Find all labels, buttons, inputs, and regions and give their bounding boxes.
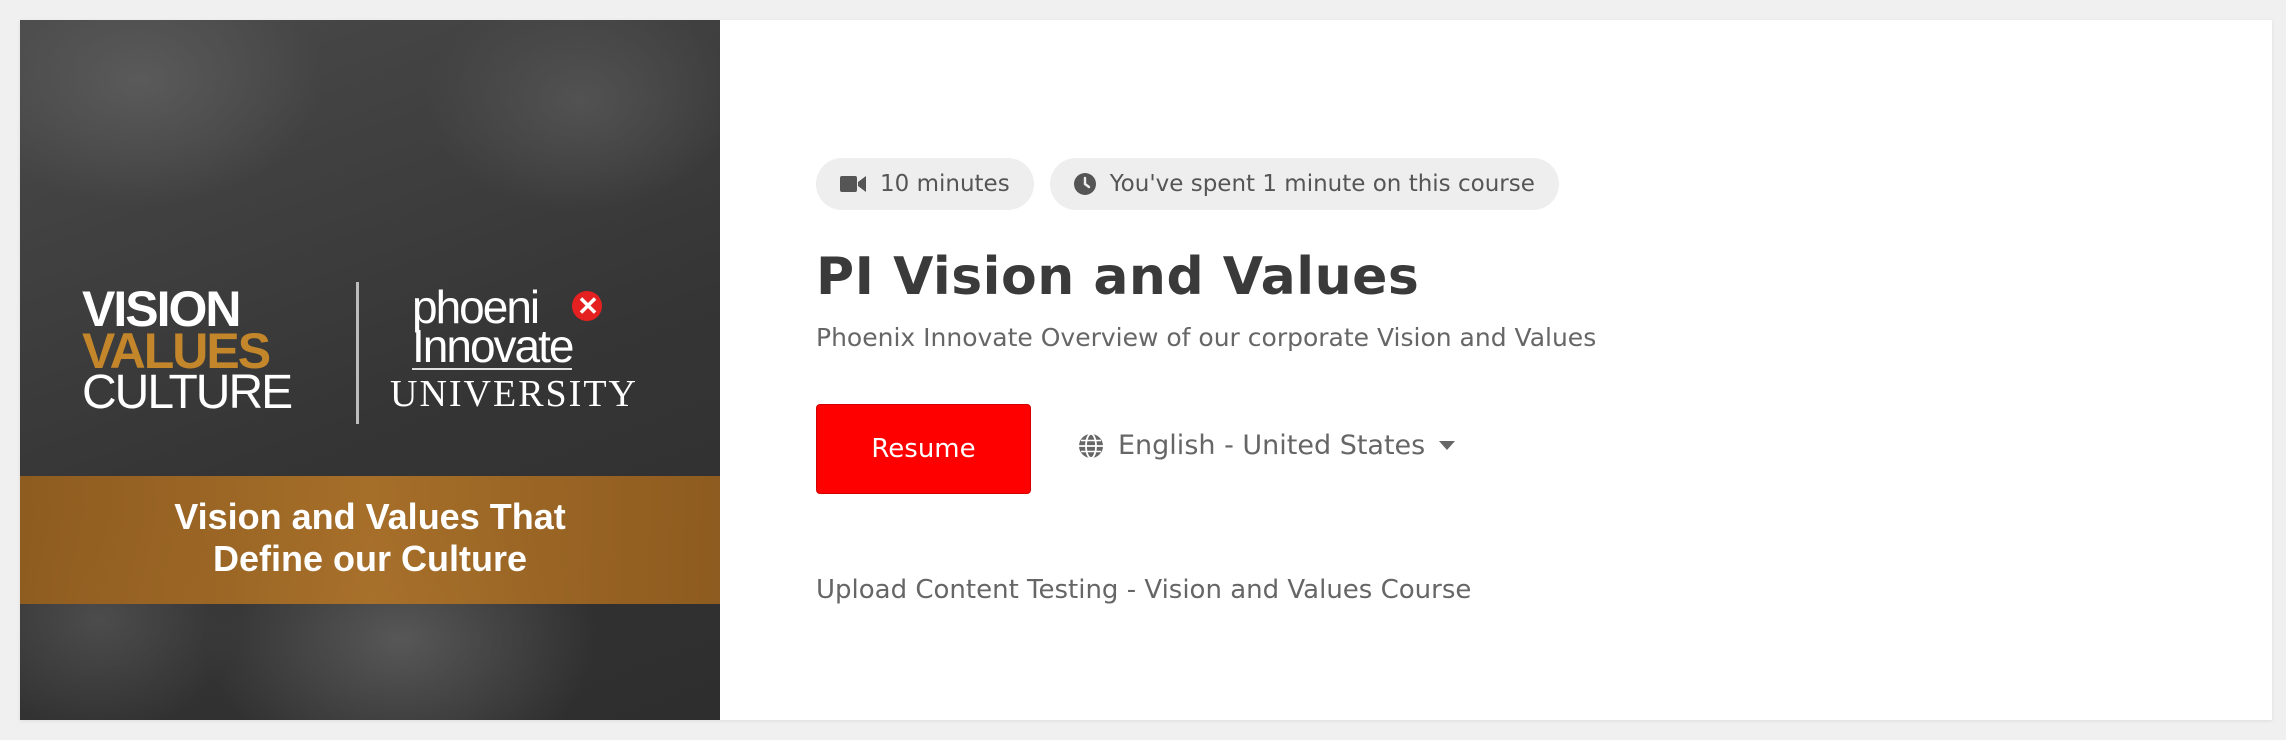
language-selector[interactable]: English - United States [1078,430,1456,461]
chevron-down-icon [1439,441,1456,450]
resume-button[interactable]: Resume [816,404,1031,494]
language-selected-label: English - United States [1118,430,1426,461]
thumbnail-banner-text: Vision and Values That Define our Cultur… [20,496,720,580]
logo-word-culture: CULTURE [82,366,293,419]
video-camera-icon [840,175,866,193]
course-meta: 10 minutes You've spent 1 minute on this… [816,158,1559,210]
logo-x-mark-icon: ✕ [572,291,602,321]
vision-values-culture-logo: VISION VALUES CULTURE [82,284,312,419]
banner-line-2: Define our Culture [212,538,527,579]
course-thumbnail: VISION VALUES CULTURE phoeni ✕ Innovate … [20,20,720,720]
course-title: PI Vision and Values [816,247,1420,307]
time-spent-label: You've spent 1 minute on this course [1109,171,1535,197]
logo-word-phoenix: phoeni [412,281,540,333]
duration-label: 10 minutes [880,171,1010,197]
globe-icon [1078,432,1104,459]
course-info: 10 minutes You've spent 1 minute on this… [720,20,2272,720]
phoenix-innovate-university-logo: phoeni ✕ Innovate UNIVERSITY [390,284,692,418]
banner-line-1: Vision and Values That [174,496,566,537]
time-spent-badge: You've spent 1 minute on this course [1049,158,1559,210]
logo-word-university: UNIVERSITY [390,373,638,415]
logo-divider [356,282,359,424]
duration-badge: 10 minutes [816,158,1034,210]
course-subtitle: Phoenix Innovate Overview of our corpora… [816,323,1597,352]
clock-icon [1073,173,1096,195]
course-content-note: Upload Content Testing - Vision and Valu… [816,575,1472,605]
course-card: VISION VALUES CULTURE phoeni ✕ Innovate … [20,20,2272,720]
